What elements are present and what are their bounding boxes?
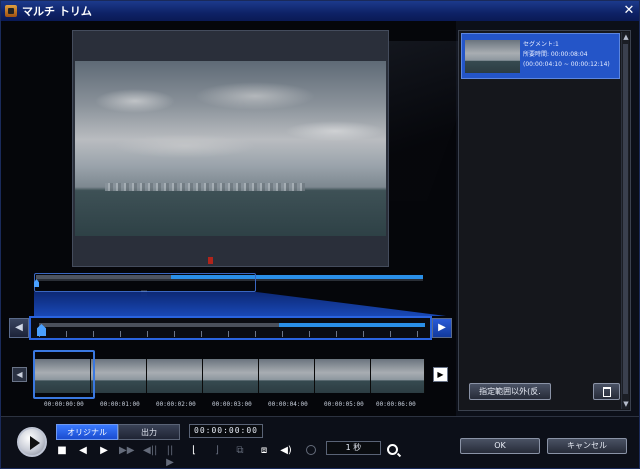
scroll-right-button[interactable]: ▶ [432,318,452,338]
zoom-timeline: ◀ ▶ [9,316,454,340]
zoom-in-icon[interactable] [387,444,398,455]
video-preview [72,30,389,267]
filmstrip-thumb[interactable] [371,359,425,393]
play-icon [30,436,40,450]
filmstrip-timecode: 00:00:02:00 [156,401,196,408]
trash-icon [603,387,611,397]
filmstrip-timecode: 00:00:00:00 [44,401,84,408]
filmstrip-timecode: 00:00:04:00 [268,401,308,408]
prev-frame-icon[interactable]: ◀ [77,445,89,457]
split-icon: ⧉ [236,445,244,456]
add-segment-icon[interactable]: ⧈ [258,445,270,457]
segment-list-scrollbar[interactable]: ▲ ▼ [621,32,629,409]
zoom-out-icon [306,445,316,455]
fast-forward-icon: ▶▶ [119,445,135,456]
filmstrip-thumb[interactable] [259,359,315,393]
next-frame-icon[interactable]: ▶ [98,445,110,457]
play-button[interactable] [17,427,47,457]
segment-title: セグメント:1 [523,41,559,48]
segment-duration: 所要時間: 00:00:08:04 [523,51,588,58]
volume-icon[interactable]: ◀) [280,445,292,457]
filmstrip-thumb[interactable] [147,359,203,393]
zoom-track[interactable] [29,316,432,340]
filmstrip-prev-button[interactable]: ◀ [12,367,27,382]
zoom-ticks [39,331,425,337]
clouds [75,61,386,191]
segment-list: セグメント:1 所要時間: 00:00:08:04 (00:00:04:10 ~… [458,30,631,411]
zoom-scale-display: 1 秒 [326,441,381,455]
cancel-button[interactable]: キャンセル [547,438,627,454]
mark-out-icon: ⌋ [215,445,219,456]
multi-trim-window: マルチ トリム ✕ ||| ◀ ▶ ◀ [0,0,640,469]
filmstrip-thumb[interactable] [315,359,371,393]
segment-list-item[interactable]: セグメント:1 所要時間: 00:00:08:04 (00:00:04:10 ~… [461,33,620,79]
mark-in-icon[interactable]: ⌊ [188,445,200,457]
zoom-track-segment [279,323,425,327]
ok-button[interactable]: OK [460,438,540,454]
scroll-thumb[interactable] [623,44,628,394]
tab-output[interactable]: 出力 [118,424,180,440]
filmstrip-thumb[interactable] [91,359,147,393]
segment-thumbnail [465,40,520,73]
window-title: マルチ トリム [22,5,92,18]
tab-original[interactable]: オリジナル [56,424,118,440]
close-icon[interactable]: ✕ [621,3,637,19]
segment-range: (00:00:04:10 ~ 00:00:12:14) [523,61,610,68]
scroll-down-icon[interactable]: ▼ [622,399,630,409]
scroll-up-icon[interactable]: ▲ [622,32,630,42]
delete-outside-range-button[interactable]: 指定範囲以外(反. [469,383,551,400]
filmstrip-thumb[interactable] [203,359,259,393]
skyline [105,183,305,191]
filmstrip-timecode: 00:00:05:00 [324,401,364,408]
next-segment-icon: ||▶ [166,445,174,468]
zoom-track-trimmed [39,323,279,327]
filmstrip-timecode: 00:00:03:00 [212,401,252,408]
video-frame-image [75,61,386,264]
filmstrip-selection [33,350,95,399]
filmstrip-next-button[interactable]: ▶ [433,367,448,382]
filmstrip-timecode: 00:00:06:00 [376,401,416,408]
scroll-left-button[interactable]: ◀ [9,318,29,338]
timecode-display: 00:00:00:00 [189,424,263,438]
prev-segment-icon: ◀|| [143,445,158,456]
buoy [208,257,213,264]
stop-icon[interactable]: ■ [56,445,68,457]
app-icon [5,5,17,17]
delete-segment-button[interactable] [593,383,620,400]
title-bar: マルチ トリム ✕ [1,1,639,21]
filmstrip-timecode: 00:00:01:00 [100,401,140,408]
